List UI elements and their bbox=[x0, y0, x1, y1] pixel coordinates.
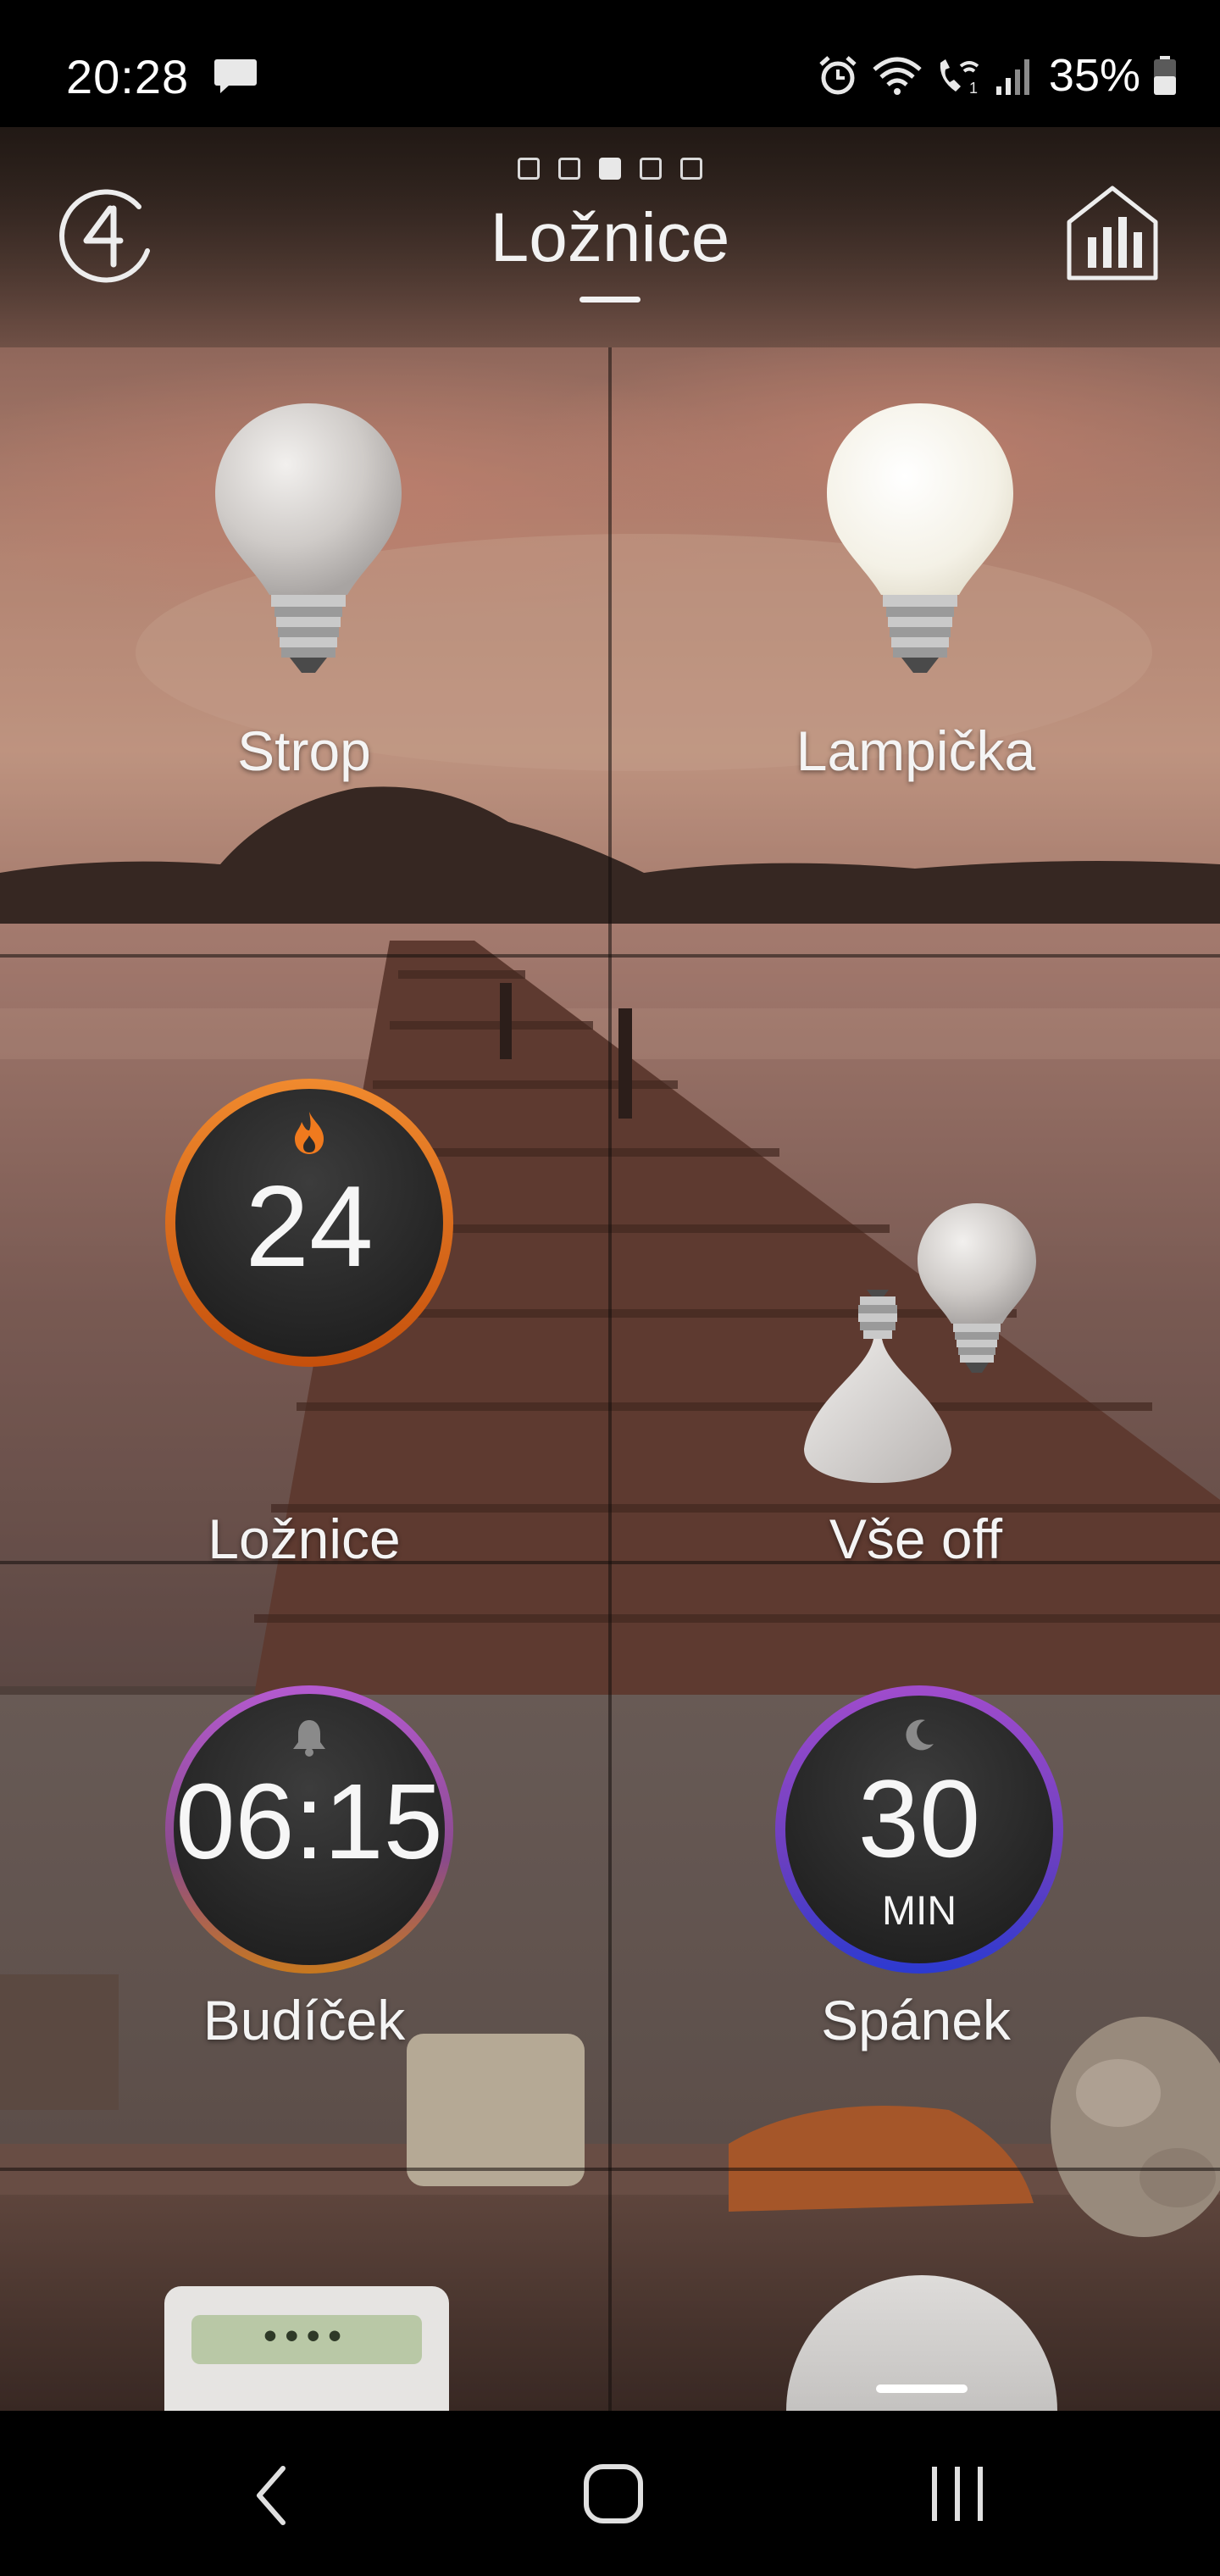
bell-icon bbox=[293, 1720, 325, 1757]
battery-icon bbox=[1154, 56, 1176, 95]
svg-text:1: 1 bbox=[969, 80, 978, 97]
device-display: •••• bbox=[263, 2315, 350, 2357]
flame-icon bbox=[295, 1112, 324, 1154]
tile-label: Strop bbox=[237, 719, 371, 782]
message-icon bbox=[214, 59, 257, 93]
status-icons: 1 35% bbox=[817, 46, 1178, 105]
page-dot-1[interactable] bbox=[518, 158, 540, 180]
status-bar: 20:28 1 35% bbox=[0, 0, 1220, 127]
tile-device-right[interactable] bbox=[612, 2171, 1220, 2411]
signal-icon bbox=[995, 59, 1029, 95]
tile-label: Spánek bbox=[821, 1989, 1011, 2051]
tile-spanek[interactable]: 30 MIN Spánek bbox=[612, 1564, 1220, 2171]
alarm-time: 06:15 bbox=[175, 1762, 443, 1881]
thermostat-temperature: 24 bbox=[245, 1162, 374, 1291]
tile-strop[interactable]: Strop bbox=[0, 347, 608, 954]
light-bulb-on-icon bbox=[827, 403, 1013, 673]
tile-vse-off[interactable]: Vše off bbox=[612, 958, 1220, 1570]
page-dot-3-active[interactable] bbox=[599, 158, 621, 180]
back-icon[interactable] bbox=[246, 2462, 297, 2529]
battery-percent: 35% bbox=[1048, 50, 1140, 101]
tile-label: Ložnice bbox=[208, 1507, 401, 1570]
sleep-timer-unit: MIN bbox=[882, 1889, 957, 1934]
wifi-call-icon: 1 bbox=[940, 59, 979, 97]
header: Ložnice bbox=[0, 127, 1220, 347]
app-screen: Ložnice Strop Lampička 24 Ložnice Vše of… bbox=[0, 127, 1220, 2411]
loxone-logo-icon[interactable] bbox=[54, 183, 159, 288]
tile-budicek[interactable]: 06:15 Budíček bbox=[0, 1564, 608, 2171]
round-device-icon bbox=[786, 2275, 1057, 2411]
home-icon[interactable] bbox=[581, 2460, 646, 2528]
page-title[interactable]: Ložnice bbox=[0, 198, 1220, 278]
status-time: 20:28 bbox=[66, 50, 190, 103]
statistics-icon[interactable] bbox=[1064, 183, 1161, 283]
tile-lampicka[interactable]: Lampička bbox=[612, 347, 1220, 954]
recents-icon[interactable] bbox=[923, 2460, 991, 2528]
tile-label: Vše off bbox=[829, 1507, 1003, 1570]
page-dot-5[interactable] bbox=[680, 158, 702, 180]
sleep-timer-value: 30 bbox=[857, 1757, 981, 1880]
light-bulb-off-icon bbox=[215, 403, 402, 673]
alarm-icon bbox=[819, 56, 857, 95]
tile-label: Lampička bbox=[796, 719, 1036, 782]
wifi-icon bbox=[873, 57, 922, 95]
page-dot-2[interactable] bbox=[558, 158, 580, 180]
navigation-bar bbox=[0, 2411, 1220, 2576]
page-dot-4[interactable] bbox=[640, 158, 662, 180]
moon-icon bbox=[906, 1719, 934, 1751]
lighting-scene-icon bbox=[804, 1203, 1036, 1483]
tile-device-left[interactable]: •••• bbox=[0, 2171, 608, 2411]
tile-label: Budíček bbox=[202, 1989, 406, 2051]
page-indicator bbox=[0, 158, 1220, 180]
title-underline bbox=[580, 297, 640, 303]
